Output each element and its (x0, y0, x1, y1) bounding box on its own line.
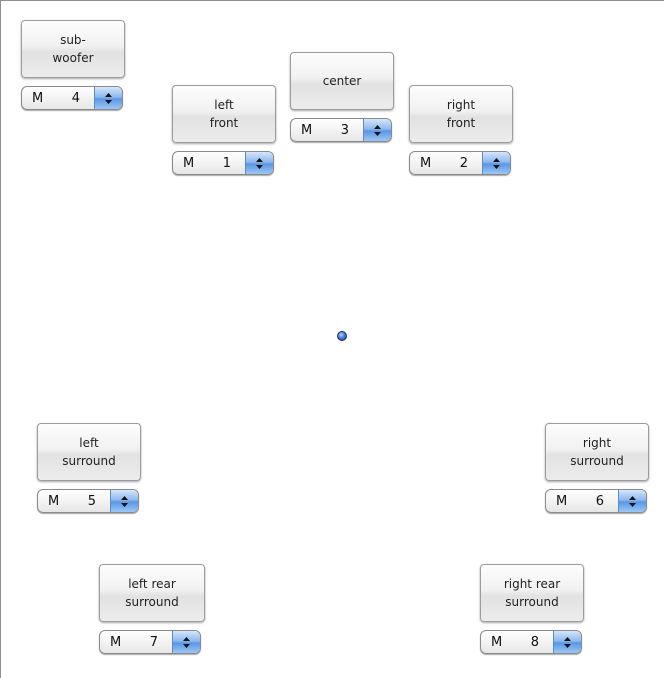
center-channel-number: 3 (340, 122, 349, 138)
left-rear-surround-channel-value: M 7 (100, 631, 172, 653)
left-front-button[interactable]: left front (172, 85, 276, 143)
right-front-channel-mode: M (420, 155, 432, 171)
left-rear-surround-channel-mode: M (110, 634, 122, 650)
left-rear-surround-button[interactable]: left rear surround (99, 564, 205, 622)
up-down-stepper-icon[interactable] (245, 152, 273, 174)
left-front-channel-number: 1 (222, 155, 231, 171)
subwoofer-channel-number: 4 (71, 90, 80, 106)
left-front-channel-mode: M (183, 155, 195, 171)
left-surround-channel-value: M 5 (38, 490, 110, 512)
right-surround-channel-number: 6 (595, 493, 604, 509)
subwoofer-channel-mode: M (32, 90, 44, 106)
subwoofer-channel-value: M 4 (22, 87, 94, 109)
left-surround-button[interactable]: left surround (37, 423, 141, 481)
up-down-stepper-icon[interactable] (618, 490, 646, 512)
center-channel-value: M 3 (291, 119, 363, 141)
up-down-stepper-icon[interactable] (482, 152, 510, 174)
up-down-stepper-icon[interactable] (553, 631, 581, 653)
right-surround-button[interactable]: right surround (545, 423, 649, 481)
subwoofer-button[interactable]: sub- woofer (21, 20, 125, 78)
right-surround-channel-mode: M (556, 493, 568, 509)
up-down-stepper-icon[interactable] (363, 119, 391, 141)
left-surround-channel-number: 5 (87, 493, 96, 509)
right-front-channel-value: M 2 (410, 152, 482, 174)
left-rear-surround-channel-number: 7 (149, 634, 158, 650)
right-front-channel-number: 2 (459, 155, 468, 171)
up-down-stepper-icon[interactable] (94, 87, 122, 109)
center-channel-mode: M (301, 122, 313, 138)
pan-position-dot[interactable] (337, 331, 347, 341)
left-front-channel-popup[interactable]: M 1 (172, 151, 274, 175)
center-channel-popup[interactable]: M 3 (290, 118, 392, 142)
up-down-stepper-icon[interactable] (172, 631, 200, 653)
right-rear-surround-channel-number: 8 (530, 634, 539, 650)
left-rear-surround-channel-popup[interactable]: M 7 (99, 630, 201, 654)
right-rear-surround-channel-mode: M (491, 634, 503, 650)
right-surround-channel-value: M 6 (546, 490, 618, 512)
right-front-channel-popup[interactable]: M 2 (409, 151, 511, 175)
left-front-channel-value: M 1 (173, 152, 245, 174)
subwoofer-channel-popup[interactable]: M 4 (21, 86, 123, 110)
right-surround-channel-popup[interactable]: M 6 (545, 489, 647, 513)
left-surround-channel-popup[interactable]: M 5 (37, 489, 139, 513)
right-rear-surround-channel-popup[interactable]: M 8 (480, 630, 582, 654)
right-front-button[interactable]: right front (409, 85, 513, 143)
left-surround-channel-mode: M (48, 493, 60, 509)
center-button[interactable]: center (290, 52, 394, 110)
right-rear-surround-channel-value: M 8 (481, 631, 553, 653)
right-rear-surround-button[interactable]: right rear surround (480, 564, 584, 622)
up-down-stepper-icon[interactable] (110, 490, 138, 512)
speaker-layout-panel: sub- woofer M 4 left front M 1 center M … (0, 0, 664, 678)
